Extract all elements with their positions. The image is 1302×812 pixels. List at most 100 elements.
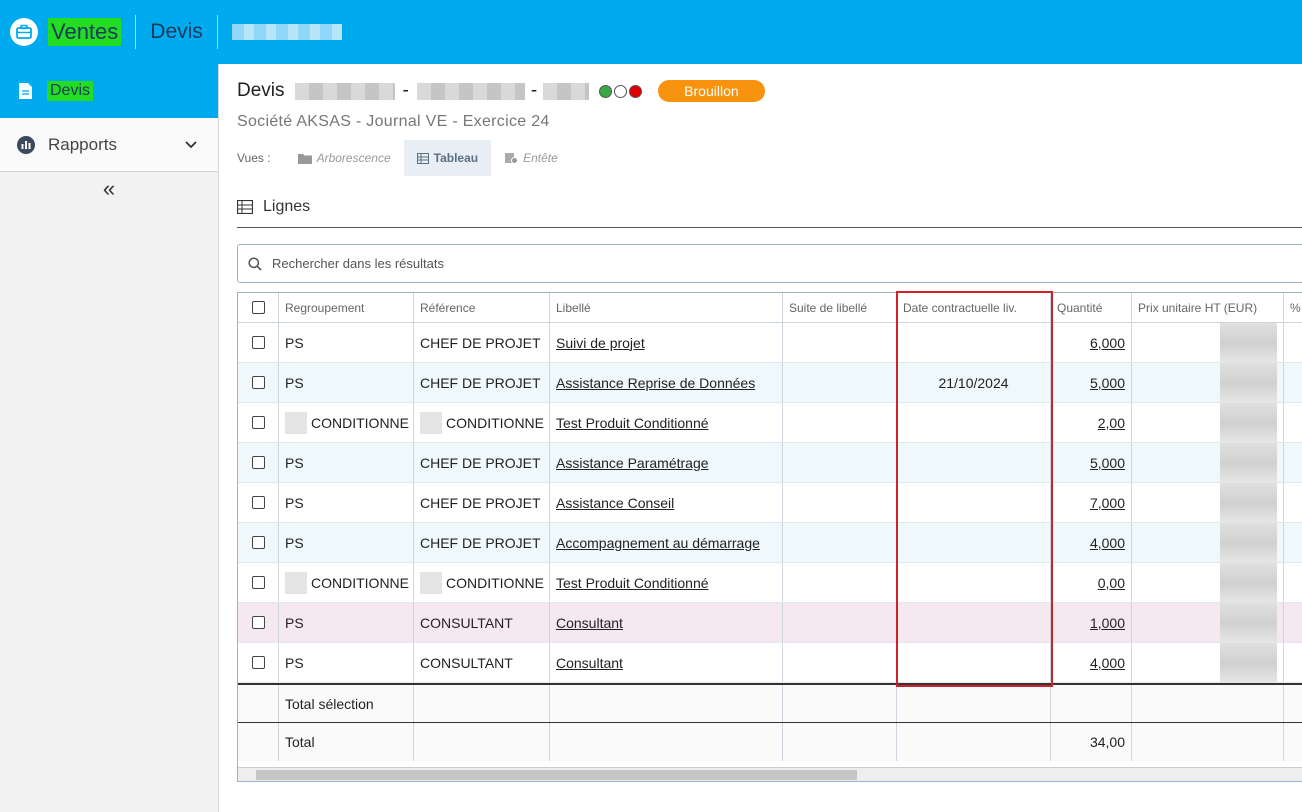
row-select[interactable] [238, 523, 279, 562]
quantity-link[interactable]: 1,000 [1090, 615, 1125, 631]
masked-code [420, 411, 442, 434]
col-header[interactable]: Regroupement [279, 293, 414, 322]
row-checkbox[interactable] [251, 456, 265, 469]
sidebar-item-rapports[interactable]: Rapports [0, 118, 218, 172]
total-cell [238, 685, 279, 722]
quantity-link[interactable]: 5,000 [1090, 455, 1125, 471]
masked-date [543, 82, 590, 100]
cell-percent [1284, 643, 1302, 682]
libelle-link[interactable]: Test Produit Conditionné [556, 575, 709, 591]
chevron-down-icon[interactable] [184, 140, 198, 150]
masked-price [1220, 643, 1277, 682]
quantity-link[interactable]: 4,000 [1090, 535, 1125, 551]
quantity-link[interactable]: 4,000 [1090, 655, 1125, 671]
row-select[interactable] [238, 403, 279, 442]
cell-text: CHEF DE PROJET [420, 374, 541, 391]
cell-suite-libelle [783, 363, 897, 402]
row-select[interactable] [238, 363, 279, 402]
page-title: Devis - - Brouillon [237, 80, 765, 102]
cell-regroupement: PS [279, 363, 414, 402]
title-separator: - [402, 80, 409, 101]
libelle-link[interactable]: Consultant [556, 615, 623, 631]
libelle-link[interactable]: Suivi de projet [556, 335, 645, 351]
masked-price [1220, 523, 1277, 562]
row-checkbox[interactable] [251, 496, 265, 509]
total-cell [1132, 685, 1284, 722]
briefcase-icon[interactable] [10, 18, 38, 46]
cell-regroupement: PS [279, 483, 414, 522]
col-header[interactable]: Prix unitaire HT (EUR) [1132, 293, 1284, 322]
collapse-sidebar-icon[interactable]: « [0, 176, 218, 202]
row-checkbox[interactable] [251, 376, 265, 389]
row-select[interactable] [238, 643, 279, 682]
row-checkbox[interactable] [251, 616, 265, 629]
masked-price [1220, 483, 1277, 522]
select-all-checkbox[interactable] [238, 293, 279, 322]
quantity-link[interactable]: 0,00 [1098, 575, 1125, 591]
cell-reference: CONDITIONNE [414, 563, 550, 602]
table-row[interactable]: PS CHEF DE PROJET Assistance Conseil 7,000 [238, 483, 1302, 523]
quantity-link[interactable]: 2,00 [1098, 415, 1125, 431]
table-row[interactable]: PS CHEF DE PROJET Suivi de projet 6,000 [238, 323, 1302, 363]
cell-reference: CHEF DE PROJET [414, 483, 550, 522]
libelle-link[interactable]: Assistance Reprise de Données [556, 375, 755, 391]
cell-libelle: Assistance Reprise de Données [550, 363, 783, 402]
section-title-label: Lignes [263, 198, 311, 215]
table-row[interactable]: PS CONSULTANT Consultant 4,000 [238, 643, 1302, 683]
table-row[interactable]: CONDITIONNE CONDITIONNE Test Produit Condi… [238, 403, 1302, 443]
table-row[interactable]: PS CHEF DE PROJET Assistance Reprise de Do… [238, 363, 1302, 403]
row-checkbox[interactable] [251, 336, 265, 349]
col-header[interactable]: % [1284, 293, 1302, 322]
total-label: Total [279, 723, 414, 761]
row-checkbox[interactable] [251, 536, 265, 549]
row-checkbox[interactable] [251, 656, 265, 669]
masked-price [1220, 363, 1277, 402]
table-row[interactable]: PS CHEF DE PROJET Assistance Paramétrage 5… [238, 443, 1302, 483]
view-arborescence[interactable]: Arborescence [285, 140, 404, 176]
libelle-link[interactable]: Assistance Conseil [556, 495, 674, 511]
cell-reference: CONSULTANT [414, 643, 550, 682]
cell-suite-libelle [783, 643, 897, 682]
view-tableau[interactable]: Tableau [403, 140, 492, 176]
quantity-link[interactable]: 7,000 [1090, 495, 1125, 511]
app-name[interactable]: Ventes [48, 18, 122, 46]
view-entete[interactable]: Entête [491, 140, 571, 176]
row-select[interactable] [238, 603, 279, 642]
libelle-link[interactable]: Consultant [556, 655, 623, 671]
col-header[interactable]: Libellé [550, 293, 783, 322]
search-input[interactable]: Rechercher dans les résultats [237, 244, 1302, 283]
table-row[interactable]: CONDITIONNE CONDITIONNE Test Produit Condi… [238, 563, 1302, 603]
total-cell [550, 685, 783, 722]
quantity-link[interactable]: 6,000 [1090, 335, 1125, 351]
col-header[interactable]: Quantité [1051, 293, 1132, 322]
horizontal-scrollbar[interactable] [238, 767, 1302, 781]
table-row[interactable]: PS CHEF DE PROJET Accompagnement au démarr… [238, 523, 1302, 563]
cell-prix-unitaire [1132, 563, 1284, 602]
module-name[interactable]: Devis [150, 20, 203, 44]
sidebar-item-devis[interactable]: Devis [0, 64, 218, 118]
col-header[interactable]: Suite de libellé [783, 293, 897, 322]
cell-regroupement: CONDITIONNE [279, 403, 414, 442]
row-checkbox[interactable] [251, 576, 265, 589]
col-header[interactable]: Référence [414, 293, 550, 322]
libelle-link[interactable]: Test Produit Conditionné [556, 415, 709, 431]
total-cell [897, 723, 1051, 761]
cell-reference: CHEF DE PROJET [414, 523, 550, 562]
quantity-link[interactable]: 5,000 [1090, 375, 1125, 391]
table-row[interactable]: PS CONSULTANT Consultant 1,000 [238, 603, 1302, 643]
sidebar-item-label: Devis [47, 81, 94, 101]
scrollbar-thumb[interactable] [256, 770, 857, 780]
masked-user-info [231, 24, 342, 40]
row-select[interactable] [238, 563, 279, 602]
libelle-link[interactable]: Assistance Paramétrage [556, 455, 709, 471]
col-header[interactable]: Date contractuelle liv. [897, 293, 1051, 322]
row-select[interactable] [238, 443, 279, 482]
row-checkbox[interactable] [251, 416, 265, 429]
checkbox-box[interactable] [251, 301, 265, 314]
page-subtitle: Société AKSAS - Journal VE - Exercice 24 [237, 113, 550, 130]
masked-price [1220, 403, 1277, 442]
row-select[interactable] [238, 483, 279, 522]
row-select[interactable] [238, 323, 279, 362]
cell-text: 21/10/2024 [938, 374, 1009, 391]
libelle-link[interactable]: Accompagnement au démarrage [556, 535, 760, 551]
